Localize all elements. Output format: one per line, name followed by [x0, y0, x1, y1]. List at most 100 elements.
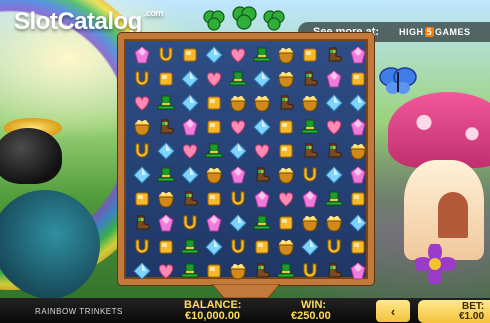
- symbol-cell[interactable]: [154, 115, 178, 139]
- symbol-cell[interactable]: [322, 187, 346, 211]
- symbol-cell[interactable]: [202, 43, 226, 67]
- symbol-cell[interactable]: [202, 91, 226, 115]
- symbol-cell[interactable]: [178, 163, 202, 187]
- symbol-cell[interactable]: [346, 259, 370, 283]
- symbol-cell[interactable]: [298, 163, 322, 187]
- symbol-cell[interactable]: [178, 235, 202, 259]
- symbol-cell[interactable]: [274, 235, 298, 259]
- symbol-cell[interactable]: [226, 187, 250, 211]
- symbol-cell[interactable]: [322, 67, 346, 91]
- symbol-cell[interactable]: [274, 187, 298, 211]
- symbol-cell[interactable]: [346, 115, 370, 139]
- symbol-cell[interactable]: [346, 67, 370, 91]
- symbol-cell[interactable]: [178, 139, 202, 163]
- symbol-cell[interactable]: [154, 235, 178, 259]
- symbol-cell[interactable]: [226, 91, 250, 115]
- symbol-cell[interactable]: [202, 235, 226, 259]
- symbol-cell[interactable]: [154, 139, 178, 163]
- symbol-cell[interactable]: [346, 43, 370, 67]
- symbol-cell[interactable]: [178, 211, 202, 235]
- symbol-cell[interactable]: [298, 235, 322, 259]
- symbol-cell[interactable]: [226, 259, 250, 283]
- symbol-cell[interactable]: [298, 211, 322, 235]
- symbol-cell[interactable]: [226, 163, 250, 187]
- symbol-cell[interactable]: [322, 115, 346, 139]
- symbol-cell[interactable]: [250, 259, 274, 283]
- symbol-cell[interactable]: [274, 259, 298, 283]
- symbol-cell[interactable]: [178, 259, 202, 283]
- symbol-cell[interactable]: [250, 115, 274, 139]
- symbol-cell[interactable]: [298, 91, 322, 115]
- symbol-cell[interactable]: [322, 211, 346, 235]
- symbol-cell[interactable]: [130, 187, 154, 211]
- symbol-cell[interactable]: [226, 235, 250, 259]
- symbol-cell[interactable]: [274, 115, 298, 139]
- symbol-cell[interactable]: [226, 211, 250, 235]
- symbol-cell[interactable]: [130, 211, 154, 235]
- symbol-cell[interactable]: [178, 115, 202, 139]
- symbol-cell[interactable]: [226, 43, 250, 67]
- symbol-cell[interactable]: [346, 187, 370, 211]
- symbol-cell[interactable]: [250, 43, 274, 67]
- symbol-cell[interactable]: [274, 163, 298, 187]
- symbol-cell[interactable]: [250, 187, 274, 211]
- symbol-cell[interactable]: [274, 211, 298, 235]
- symbol-cell[interactable]: [346, 139, 370, 163]
- symbol-cell[interactable]: [274, 91, 298, 115]
- symbol-cell[interactable]: [130, 259, 154, 283]
- symbol-cell[interactable]: [322, 43, 346, 67]
- symbol-cell[interactable]: [298, 259, 322, 283]
- symbol-cell[interactable]: [202, 139, 226, 163]
- symbol-cell[interactable]: [130, 139, 154, 163]
- symbol-cell[interactable]: [130, 67, 154, 91]
- symbol-cell[interactable]: [298, 115, 322, 139]
- symbol-cell[interactable]: [202, 163, 226, 187]
- symbol-cell[interactable]: [202, 211, 226, 235]
- symbol-cell[interactable]: [202, 259, 226, 283]
- symbol-cell[interactable]: [298, 139, 322, 163]
- symbol-cell[interactable]: [202, 187, 226, 211]
- symbol-cell[interactable]: [130, 163, 154, 187]
- symbol-cell[interactable]: [250, 235, 274, 259]
- symbol-cell[interactable]: [226, 139, 250, 163]
- symbol-cell[interactable]: [178, 187, 202, 211]
- symbol-cell[interactable]: [154, 67, 178, 91]
- symbol-cell[interactable]: [346, 235, 370, 259]
- symbol-cell[interactable]: [154, 163, 178, 187]
- symbol-cell[interactable]: [274, 43, 298, 67]
- symbol-cell[interactable]: [346, 163, 370, 187]
- symbol-cell[interactable]: [250, 139, 274, 163]
- symbol-cell[interactable]: [202, 115, 226, 139]
- symbol-cell[interactable]: [178, 67, 202, 91]
- bet-decrease-button[interactable]: ‹: [376, 300, 410, 322]
- symbol-cell[interactable]: [322, 139, 346, 163]
- symbol-cell[interactable]: [274, 139, 298, 163]
- symbol-cell[interactable]: [346, 91, 370, 115]
- symbol-cell[interactable]: [154, 43, 178, 67]
- symbol-cell[interactable]: [322, 91, 346, 115]
- symbol-cell[interactable]: [130, 91, 154, 115]
- symbol-cell[interactable]: [178, 91, 202, 115]
- symbol-cell[interactable]: [250, 163, 274, 187]
- symbol-cell[interactable]: [130, 235, 154, 259]
- symbol-cell[interactable]: [298, 43, 322, 67]
- symbol-cell[interactable]: [202, 67, 226, 91]
- symbol-cell[interactable]: [226, 67, 250, 91]
- symbol-cell[interactable]: [298, 67, 322, 91]
- symbol-cell[interactable]: [298, 187, 322, 211]
- symbol-cell[interactable]: [250, 91, 274, 115]
- symbol-cell[interactable]: [154, 187, 178, 211]
- symbol-cell[interactable]: [250, 211, 274, 235]
- symbol-cell[interactable]: [226, 115, 250, 139]
- symbol-cell[interactable]: [322, 259, 346, 283]
- symbol-cell[interactable]: [178, 43, 202, 67]
- symbol-cell[interactable]: [322, 163, 346, 187]
- symbol-cell[interactable]: [154, 211, 178, 235]
- symbol-cell[interactable]: [346, 211, 370, 235]
- symbol-cell[interactable]: [250, 67, 274, 91]
- symbol-cell[interactable]: [130, 43, 154, 67]
- symbol-cell[interactable]: [154, 91, 178, 115]
- symbol-cell[interactable]: [130, 115, 154, 139]
- symbol-cell[interactable]: [154, 259, 178, 283]
- symbol-cell[interactable]: [322, 235, 346, 259]
